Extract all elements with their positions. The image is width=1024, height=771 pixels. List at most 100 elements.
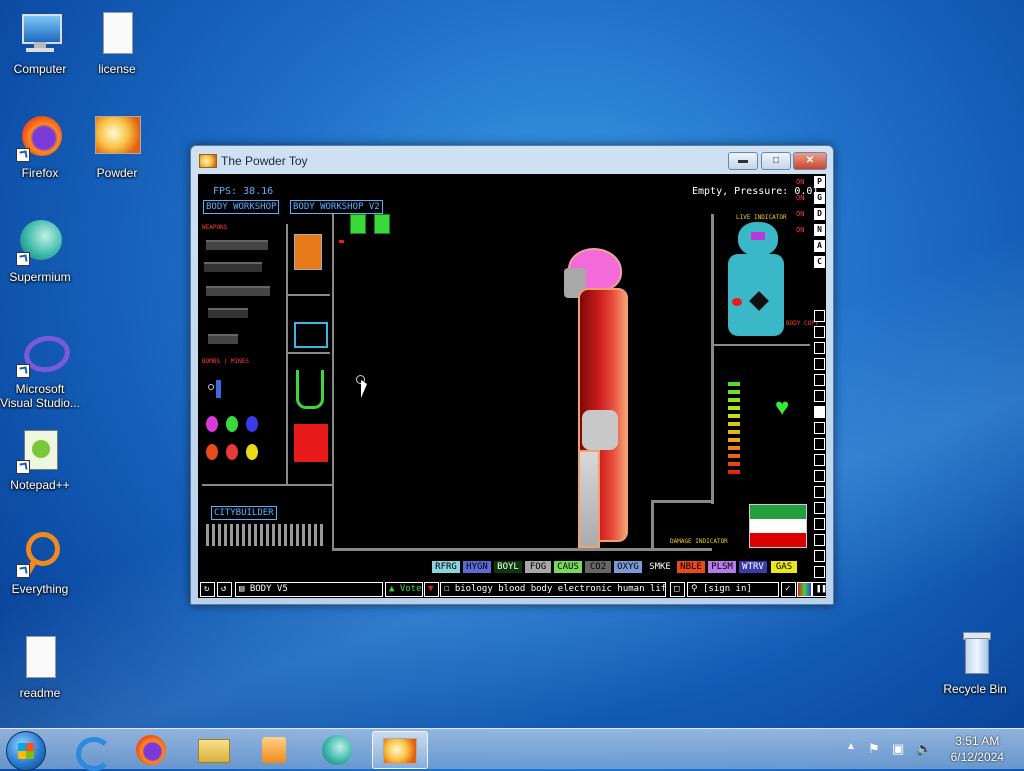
reload-icon[interactable]: ↺ — [217, 582, 232, 597]
element-co2[interactable]: CO2 — [585, 561, 611, 573]
element-nble[interactable]: NBLE — [677, 561, 705, 573]
close-button[interactable]: ✕ — [793, 152, 827, 170]
tab-body-workshop-v2[interactable]: BODY WORKSHOP V2 — [290, 200, 383, 214]
display-mode-button[interactable] — [797, 582, 812, 597]
sign-in-button[interactable]: ⚲ [sign in] — [687, 582, 779, 597]
desktop-icon-notepadpp[interactable]: Notepad++ — [0, 426, 80, 492]
category-electronics-icon[interactable] — [814, 326, 825, 338]
smg-icon[interactable] — [208, 308, 248, 318]
desktop-icon-everything[interactable]: Everything — [0, 530, 80, 596]
sign-in-text: [sign in] — [703, 584, 752, 594]
red-block-icon[interactable] — [294, 424, 328, 462]
grenade-yellow-icon[interactable] — [246, 444, 258, 460]
category-explosives-icon[interactable] — [814, 390, 825, 402]
claw-icon[interactable] — [296, 370, 324, 409]
title-bar[interactable]: The Powder Toy ▬ □ ✕ — [191, 146, 833, 174]
battery-icon[interactable] — [294, 322, 328, 348]
pause-button[interactable]: ❚❚ — [812, 582, 826, 597]
citybuilder-button[interactable]: CITYBUILDER — [211, 506, 277, 520]
show-hidden-icons-icon[interactable]: ▲ — [846, 741, 860, 755]
save-name-field[interactable]: ▤ BODY V5 — [235, 582, 383, 597]
taskbar-supermium[interactable] — [310, 731, 364, 767]
desktop-icon-readme[interactable]: readme — [0, 634, 80, 700]
category-powders-icon[interactable] — [814, 438, 825, 450]
desktop-icon-supermium[interactable]: Supermium — [0, 218, 80, 284]
orange-canister-icon[interactable] — [294, 234, 322, 270]
category-force-icon[interactable] — [814, 374, 825, 386]
green-toggle-button[interactable] — [374, 214, 390, 234]
grenade-purple-icon[interactable] — [206, 416, 218, 432]
taskbar-media-player[interactable] — [248, 731, 302, 767]
category-recent-icon[interactable] — [814, 550, 825, 562]
folder-icon — [198, 739, 230, 763]
element-wtrv[interactable]: WTRV — [739, 561, 767, 573]
category-radioactive-icon[interactable] — [814, 470, 825, 482]
volume-muted-icon[interactable]: 🔈 — [916, 741, 932, 756]
grenade-green-icon[interactable] — [226, 416, 238, 432]
sniper-icon[interactable] — [206, 286, 270, 296]
element-oxyg[interactable]: OXYG — [614, 561, 642, 573]
simulation-canvas[interactable]: FPS: 38.16 Empty, Pressure: 0.01 BODY WO… — [198, 174, 826, 598]
menu-button-n[interactable]: N — [814, 224, 825, 236]
grenade-red-icon[interactable] — [206, 444, 218, 460]
system-clock[interactable]: 3:51 AM 6/12/2024 — [951, 733, 1004, 765]
vote-up-button[interactable]: ▲ Vote — [385, 582, 423, 597]
taskbar-file-explorer[interactable] — [186, 731, 240, 767]
element-fog[interactable]: FOG — [525, 561, 551, 573]
desktop-icon-firefox[interactable]: Firefox — [0, 114, 80, 180]
menu-button-a[interactable]: A — [814, 240, 825, 252]
element-caus[interactable]: CAUS — [554, 561, 582, 573]
desktop-icon-visual-studio[interactable]: Microsoft Visual Studio... — [0, 330, 80, 410]
pistol-icon[interactable] — [208, 334, 238, 344]
clear-sim-button[interactable]: □ — [670, 582, 685, 597]
element-rfrg[interactable]: RFRG — [432, 561, 460, 573]
element-boyl[interactable]: BOYL — [494, 561, 522, 573]
vote-down-button[interactable]: ▼ — [424, 582, 439, 597]
maximize-button[interactable]: □ — [761, 152, 791, 170]
category-life-icon[interactable] — [814, 502, 825, 514]
open-save-icon[interactable]: ↻ — [200, 582, 215, 597]
action-center-flag-icon[interactable]: ⚑ — [868, 741, 882, 756]
category-special-icon[interactable] — [814, 486, 825, 498]
category-liquids-icon[interactable] — [814, 422, 825, 434]
taskbar-powder-toy[interactable] — [372, 731, 428, 769]
desktop-icon-recycle-bin[interactable]: Recycle Bin — [935, 630, 1015, 696]
red-marker — [339, 240, 344, 243]
category-gases-icon[interactable] — [814, 406, 825, 418]
desktop-icon-computer[interactable]: Computer — [0, 10, 80, 76]
detonator-icon[interactable] — [216, 380, 221, 398]
search-icon[interactable] — [814, 566, 825, 578]
menu-button-d[interactable]: D — [814, 208, 825, 220]
flag-iran-icon[interactable] — [749, 504, 807, 548]
desktop-icon-powder[interactable]: Powder — [77, 114, 157, 180]
desktop-icon-license[interactable]: license — [77, 10, 157, 76]
minimize-button[interactable]: ▬ — [728, 152, 758, 170]
category-tools-icon[interactable] — [814, 518, 825, 530]
tags-field[interactable]: ☐ biology blood body electronic human li… — [440, 582, 666, 597]
start-button[interactable] — [6, 731, 46, 771]
element-gas[interactable]: GAS — [771, 561, 797, 573]
menu-button-g[interactable]: G — [814, 192, 825, 204]
taskbar-internet-explorer[interactable] — [62, 731, 116, 771]
menu-button-c[interactable]: C — [814, 256, 825, 268]
tab-body-workshop[interactable]: BODY WORKSHOP — [203, 200, 280, 214]
category-solids-icon[interactable] — [814, 454, 825, 466]
element-hygn[interactable]: HYGN — [463, 561, 491, 573]
assault-rifle-icon[interactable] — [204, 262, 262, 272]
rifle-icon[interactable] — [206, 240, 268, 250]
desktop-icon-label: Recycle Bin — [943, 682, 1007, 696]
element-smke[interactable]: SMKE — [646, 561, 674, 573]
settings-button[interactable]: ✓ — [781, 582, 796, 597]
category-power-icon[interactable] — [814, 342, 825, 354]
category-favorites-icon[interactable] — [814, 534, 825, 546]
firefox-icon — [136, 735, 166, 765]
grenade-crimson-icon[interactable] — [226, 444, 238, 460]
menu-button-p[interactable]: P — [814, 176, 825, 188]
category-sensors-icon[interactable] — [814, 358, 825, 370]
network-icon[interactable]: ▣ — [892, 741, 906, 756]
grenade-blue-icon[interactable] — [246, 416, 258, 432]
taskbar-firefox[interactable] — [124, 731, 178, 767]
element-plsm[interactable]: PLSM — [708, 561, 736, 573]
up-down-arrow-button[interactable] — [350, 214, 366, 234]
category-walls-icon[interactable] — [814, 310, 825, 322]
